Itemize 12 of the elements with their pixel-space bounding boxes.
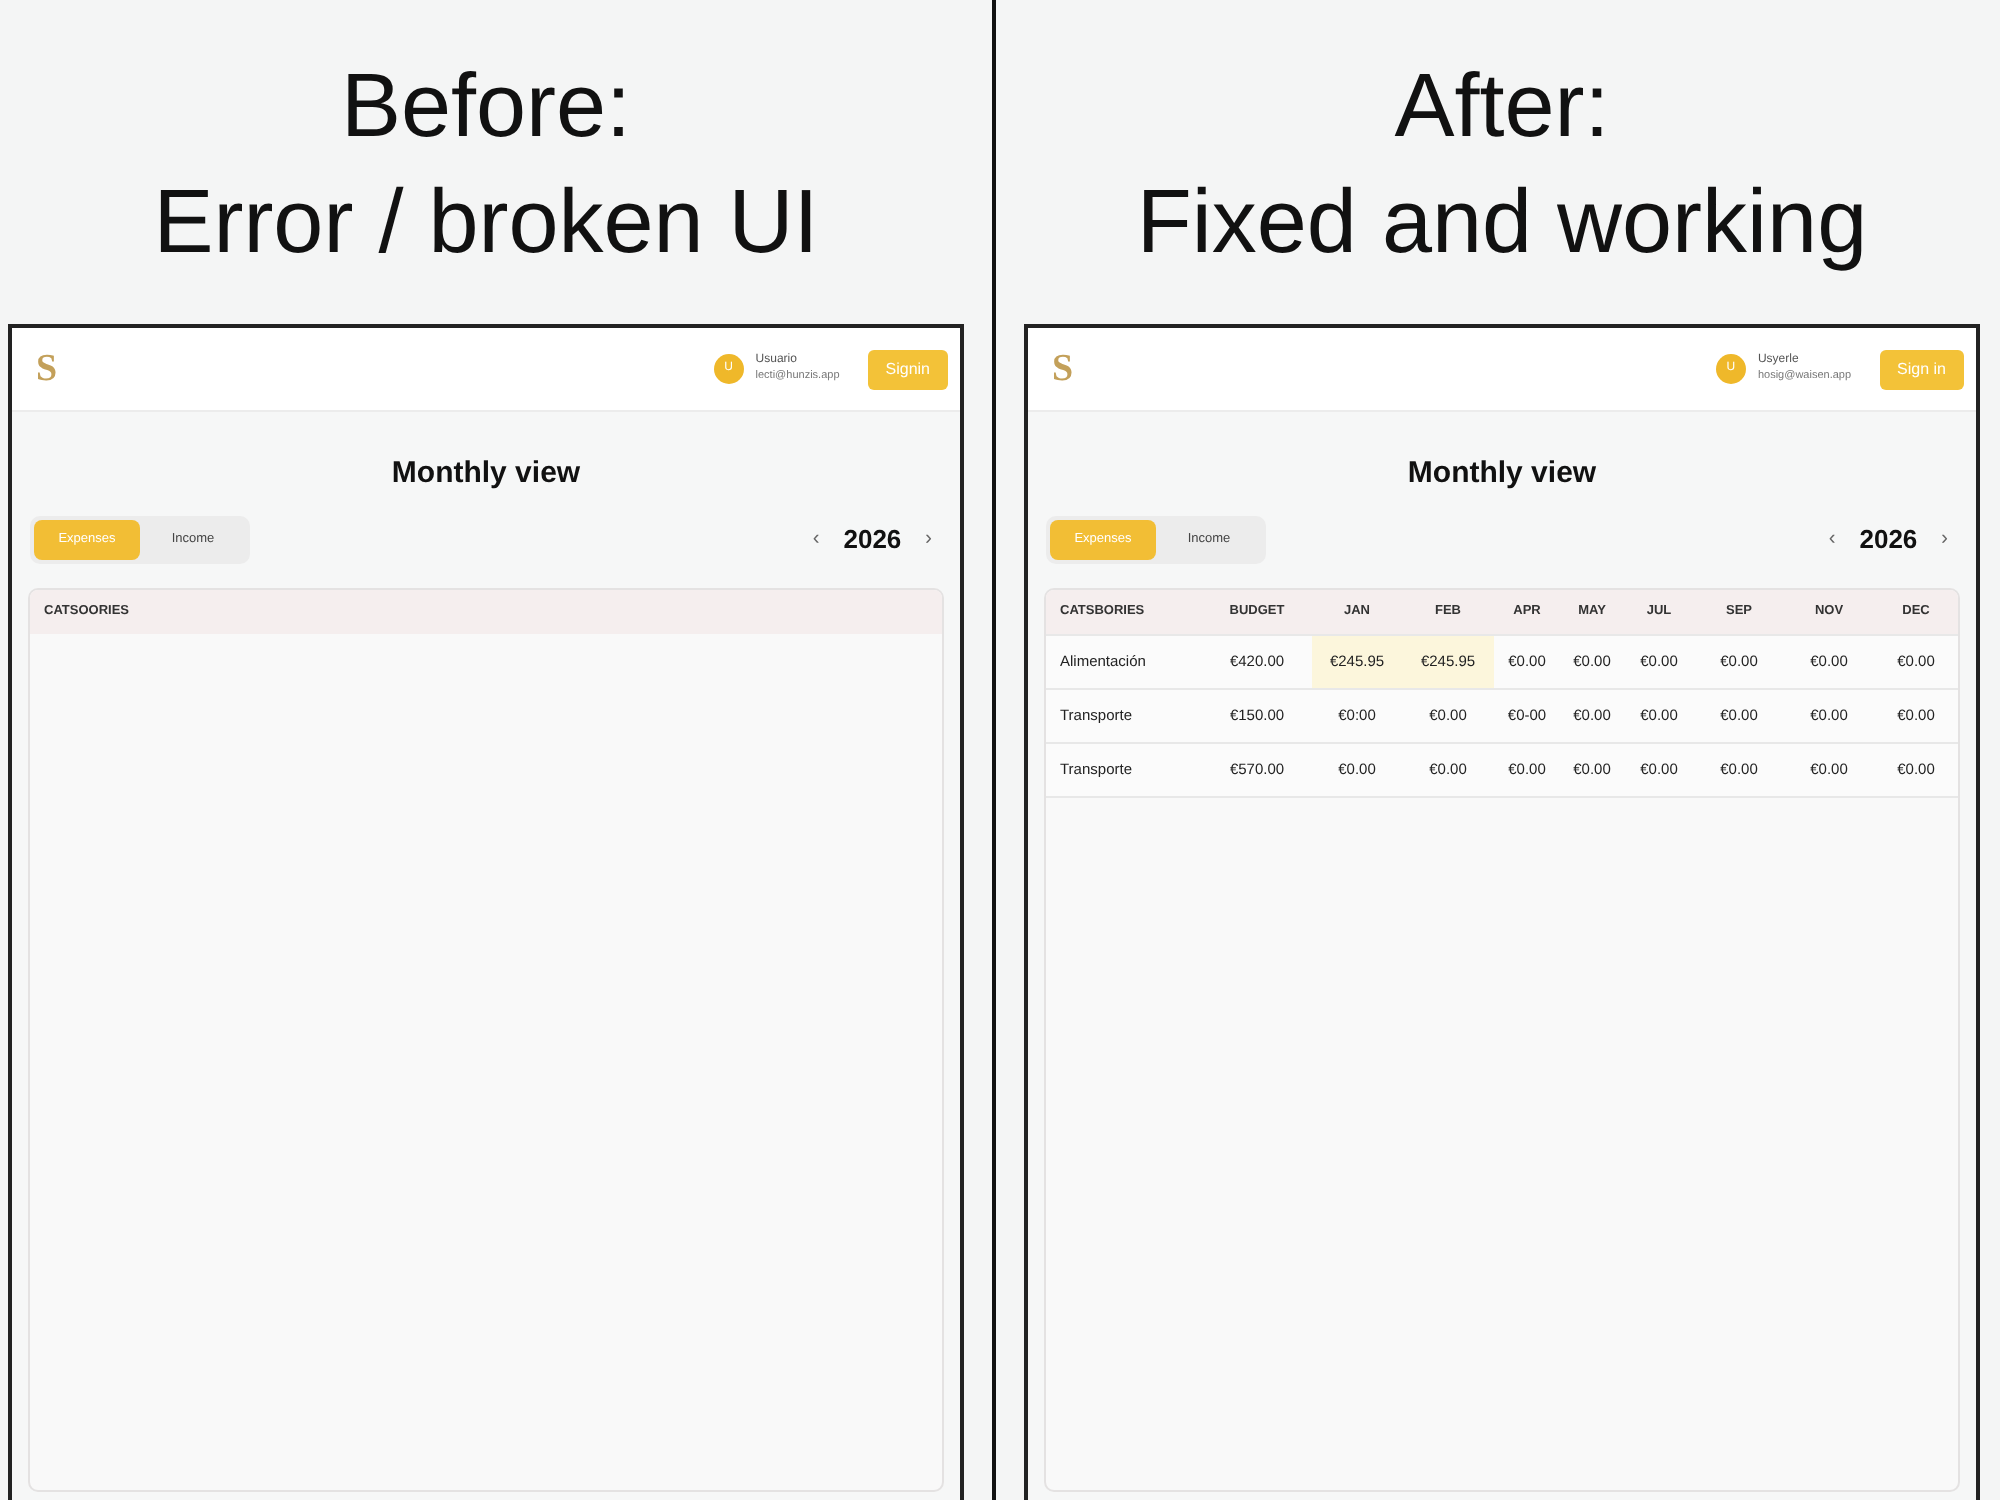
panel-heading: Before:: [340, 52, 632, 160]
panel-subheading: Fixed and working: [1136, 168, 1868, 276]
page-title: Monthly view: [389, 456, 583, 492]
previous-year-button[interactable]: ‹: [808, 530, 824, 550]
next-year-button[interactable]: ›: [1937, 530, 1952, 550]
panel-heading: After:: [1394, 52, 1610, 160]
previous-year-button[interactable]: ‹: [1824, 530, 1840, 550]
panel-subheading: Error / broken UI: [153, 168, 819, 276]
page-title: Monthly view: [1405, 456, 1599, 492]
year-label: 2026: [843, 522, 902, 559]
year-label: 2026: [1859, 522, 1918, 559]
next-year-button[interactable]: ›: [921, 530, 936, 550]
